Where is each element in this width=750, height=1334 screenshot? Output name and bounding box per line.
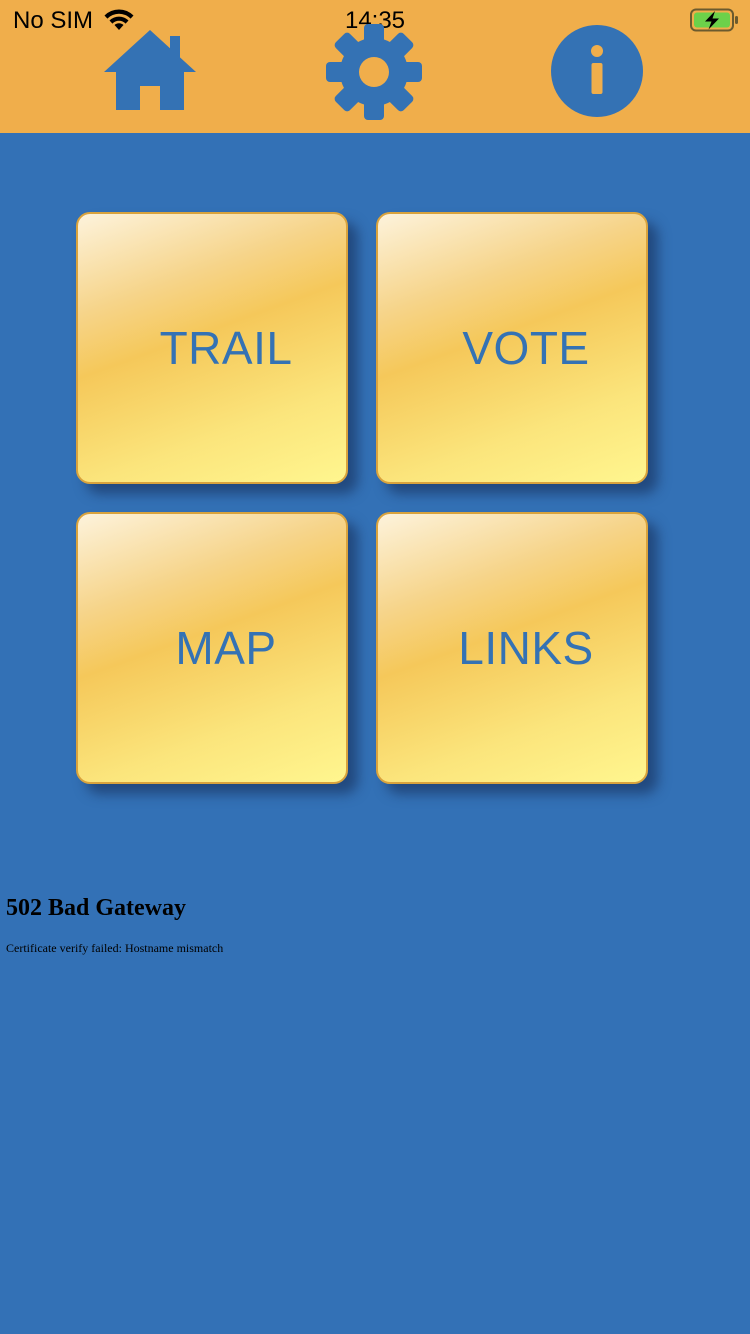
error-title: 502 Bad Gateway xyxy=(6,895,186,921)
info-button[interactable] xyxy=(547,22,647,122)
settings-button[interactable] xyxy=(324,22,424,122)
map-button-label: MAP xyxy=(175,622,277,674)
gear-icon xyxy=(324,22,424,122)
home-button[interactable] xyxy=(100,22,200,122)
map-button[interactable]: MAP xyxy=(76,512,348,784)
trail-button-label: TRAIL xyxy=(159,322,293,374)
vote-button[interactable]: VOTE xyxy=(376,212,648,484)
home-icon xyxy=(100,22,200,122)
links-button[interactable]: LINKS xyxy=(376,512,648,784)
trail-button[interactable]: TRAIL xyxy=(76,212,348,484)
vote-button-label: VOTE xyxy=(462,322,590,374)
battery-charging-icon xyxy=(690,8,740,32)
top-nav-bar: No SIM 14:35 xyxy=(0,0,750,133)
error-detail: Certificate verify failed: Hostname mism… xyxy=(6,941,224,955)
links-button-label: LINKS xyxy=(458,622,594,674)
info-icon xyxy=(547,22,647,122)
